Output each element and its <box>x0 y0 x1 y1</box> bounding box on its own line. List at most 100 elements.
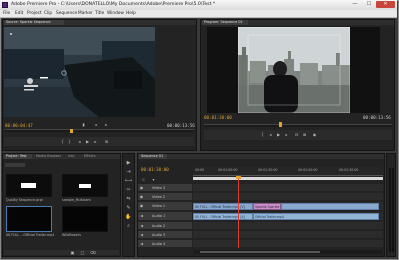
minimize-button[interactable]: — <box>348 1 362 8</box>
source-step-back-icon[interactable]: ◂ <box>77 139 82 144</box>
set-marker-icon[interactable]: ▾ <box>151 177 156 182</box>
timeline-playhead[interactable] <box>238 176 239 248</box>
menu-sequence[interactable]: Sequence <box>56 10 77 18</box>
trash-icon[interactable]: ⌫ <box>90 250 96 255</box>
tab-info[interactable]: Info <box>66 154 78 159</box>
project-thumbnail[interactable] <box>6 206 52 232</box>
menu-window[interactable]: Window <box>107 10 124 18</box>
menu-clip[interactable]: Clip <box>44 10 52 18</box>
speaker-icon[interactable]: ◄ <box>139 241 144 246</box>
tab-program[interactable]: Program: Sequence 01 <box>202 20 248 25</box>
track-lane[interactable] <box>193 222 383 230</box>
snap-icon[interactable]: ⊂ <box>141 177 146 182</box>
track-lane[interactable] <box>193 240 383 248</box>
timeline-clip[interactable]: 00 FULL - Official Trailer.mp4 [A] <box>193 213 253 220</box>
source-overwrite-icon[interactable]: ⊞ <box>104 139 109 144</box>
timeline-timecode[interactable]: 00:01:38:00 <box>141 167 169 172</box>
ruler-tick-label: 00:01:00:00 <box>218 168 238 172</box>
tab-media-browser[interactable]: Media Browser <box>34 154 64 159</box>
program-mark-in-icon[interactable]: { <box>260 132 265 137</box>
track-header[interactable]: ◄ Audio 2 <box>138 222 192 230</box>
track-header[interactable]: ◄ Audio 3 <box>138 231 192 239</box>
work-area-bar[interactable] <box>193 177 383 180</box>
menu-marker[interactable]: Marker <box>78 10 93 18</box>
speaker-icon[interactable]: ◄ <box>139 213 144 218</box>
project-search-field[interactable] <box>5 163 25 167</box>
selection-tool-icon[interactable]: ▶ <box>124 160 133 167</box>
source-play-icon[interactable]: ▮ <box>81 122 86 127</box>
ripple-edit-tool-icon[interactable]: ⟷ <box>124 178 133 185</box>
track-header[interactable]: ◉ Video 2 <box>138 193 192 201</box>
menu-project[interactable]: Project <box>27 10 42 18</box>
source-time-ruler[interactable] <box>4 129 194 132</box>
eye-icon[interactable]: ◉ <box>139 185 144 190</box>
maximize-button[interactable]: ☐ <box>362 1 376 8</box>
track-select-tool-icon[interactable]: ⇥ <box>124 169 133 176</box>
eye-icon[interactable]: ◉ <box>139 203 144 208</box>
new-item-icon[interactable]: □ <box>80 250 85 255</box>
track-header[interactable]: ◉ Video 3 <box>138 184 192 192</box>
program-play-icon[interactable]: ▶ <box>276 132 281 137</box>
source-play-button-icon[interactable]: ▶ <box>85 139 90 144</box>
project-thumbnail[interactable] <box>6 174 52 197</box>
project-item-label: Quality Sequence.prpr <box>6 198 44 202</box>
program-time-ruler[interactable] <box>204 124 392 127</box>
source-mark-out-icon[interactable]: } <box>67 139 72 144</box>
source-insert-icon[interactable]: ◂ <box>103 122 108 127</box>
tab-sequence[interactable]: Sequence 01 <box>139 154 167 159</box>
project-item-label: Wildflowers <box>62 233 82 237</box>
program-playhead[interactable] <box>279 122 282 127</box>
track-header[interactable]: ◄ Audio 1 <box>138 212 192 221</box>
program-extract-icon[interactable]: ⊠ <box>302 132 307 137</box>
new-bin-icon[interactable]: ▣ <box>70 250 75 255</box>
track-lane[interactable] <box>193 184 383 192</box>
program-current-timecode[interactable]: 00:01:38:00 <box>204 115 232 120</box>
source-current-timecode[interactable]: 00:00:04:47 <box>5 123 33 128</box>
program-step-forward-icon[interactable]: ▸ <box>284 132 289 137</box>
timeline-playhead-handle[interactable] <box>236 176 241 179</box>
menu-title[interactable]: Title <box>95 10 104 18</box>
slip-tool-icon[interactable]: ⇋ <box>124 196 133 203</box>
timeline-clip[interactable] <box>281 203 379 210</box>
timeline-scroll-thumb[interactable] <box>200 251 320 253</box>
eye-icon[interactable]: ◉ <box>139 194 144 199</box>
tab-effects[interactable]: Effects <box>82 154 102 159</box>
zoom-tool-icon[interactable]: ⌕ <box>124 223 133 230</box>
source-tab-bar: Source: Sparkle Sequence <box>3 20 196 25</box>
tab-source[interactable]: Source: Sparkle Sequence <box>4 20 64 25</box>
program-lift-icon[interactable]: ⊟ <box>294 132 299 137</box>
track-header[interactable]: ◉ Video 1 <box>138 202 192 211</box>
menu-file[interactable]: File <box>3 10 10 18</box>
source-mark-in-icon[interactable]: { <box>60 139 65 144</box>
track-lane[interactable] <box>193 231 383 239</box>
speaker-icon[interactable]: ◄ <box>139 223 144 228</box>
hand-tool-icon[interactable]: ✋ <box>124 214 133 221</box>
source-step-fwd-icon[interactable]: ▸ <box>93 139 98 144</box>
source-playhead[interactable] <box>70 129 73 133</box>
menu-edit[interactable]: Edit <box>15 10 23 18</box>
project-thumbnail[interactable] <box>62 174 108 197</box>
pen-tool-icon[interactable]: ✎ <box>124 205 133 212</box>
menu-help[interactable]: Help <box>126 10 136 18</box>
track-header[interactable]: ◄ Audio 4 <box>138 240 192 248</box>
thumbnail-white-bar <box>79 184 91 188</box>
timeline-clip[interactable]: 00 FULL - Official Trailer.mp4 [V] <box>193 203 253 210</box>
meter-left-channel <box>389 168 391 252</box>
timeline-clip[interactable]: Sparkle Sparkle <box>253 203 281 210</box>
source-duration-timecode: 00:00:13:56 <box>167 123 195 128</box>
tab-project[interactable]: Project: Test <box>4 154 32 159</box>
close-button[interactable]: ✕ <box>376 1 395 8</box>
window-title: Adobe Premiere Pro - C:\Users\DONATELLO\… <box>11 2 216 7</box>
ruler-tick-label: 00:01:30:00 <box>258 168 278 172</box>
track-lane[interactable] <box>193 193 383 201</box>
project-panel: Project: Test Media Browser Info Effects <box>2 153 121 257</box>
timeline-clip[interactable]: Official Trailer.mp4 <box>253 213 379 220</box>
ruler-tick-label: 00:02:30:00 <box>339 168 359 172</box>
project-thumbnail[interactable] <box>62 206 108 232</box>
speaker-icon[interactable]: ◄ <box>139 232 144 237</box>
program-export-frame-icon[interactable]: ◉ <box>312 132 317 137</box>
razor-tool-icon[interactable]: ✂ <box>124 187 133 194</box>
source-step-forward-icon[interactable]: ▸ <box>94 122 99 127</box>
program-step-back-icon[interactable]: ◂ <box>268 132 273 137</box>
program-duration-timecode: 00:00:13:56 <box>363 115 391 120</box>
